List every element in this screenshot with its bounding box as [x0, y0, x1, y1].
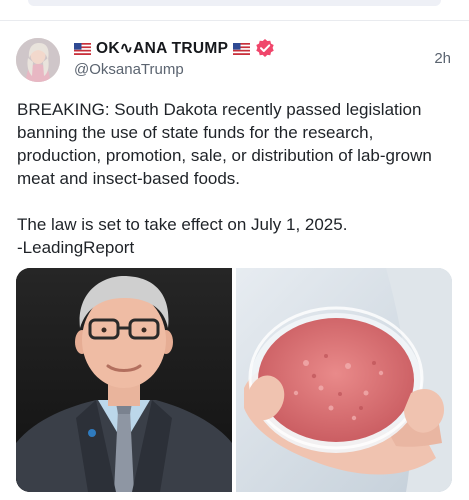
- post-body-text: BREAKING: South Dakota recently passed l…: [17, 100, 432, 257]
- verified-badge-icon: [255, 38, 275, 58]
- us-flag-icon: [74, 42, 91, 55]
- post-media-grid[interactable]: [16, 268, 452, 492]
- top-strip: [0, 0, 469, 18]
- divider: [0, 20, 469, 21]
- lab-meat-petri-dish-photo[interactable]: [236, 268, 452, 492]
- previous-post-edge: [28, 0, 441, 6]
- author-display-name[interactable]: OK∿ANA TRUMP: [96, 39, 228, 58]
- author-name-row[interactable]: OK∿ANA TRUMP: [74, 38, 275, 58]
- author-handle[interactable]: @OksanaTrump: [74, 61, 184, 78]
- portrait-photo[interactable]: [16, 268, 232, 492]
- avatar[interactable]: [16, 38, 60, 82]
- us-flag-icon: [233, 42, 251, 55]
- post-timestamp[interactable]: 2h: [434, 50, 451, 67]
